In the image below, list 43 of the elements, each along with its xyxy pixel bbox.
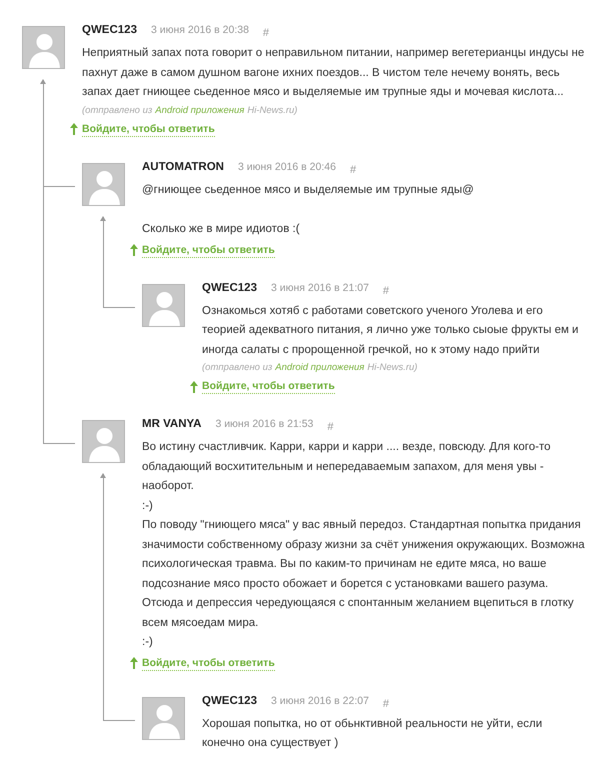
author-name[interactable]: MR VANYA (142, 418, 202, 430)
source-note: (отправлено из (82, 104, 152, 118)
comment-date: 3 июня 2016 в 21:07 (270, 282, 369, 294)
avatar (82, 420, 125, 463)
permalink[interactable]: # (382, 284, 390, 296)
avatar (82, 162, 125, 206)
arrow-up-icon (70, 123, 78, 135)
comment-text: Во истину счастливчик. Карри, карри и карри .... везде, повсюду. Для кого-то обладающий восхитительным и непередаваемым запахом, для меня увы - наоборот. (142, 440, 552, 494)
author-name[interactable]: QWEC123 (202, 694, 257, 706)
author-name[interactable]: QWEC123 (82, 24, 137, 36)
arrow-up-icon (130, 244, 138, 256)
permalink[interactable]: # (262, 27, 270, 39)
login-to-reply-link[interactable]: Войдите, чтобы ответить (202, 379, 335, 394)
comment-date: 3 июня 2016 в 22:07 (270, 694, 369, 706)
avatar (142, 696, 185, 740)
source-site: Hi-News.ru) (247, 104, 298, 118)
permalink[interactable]: # (382, 698, 390, 710)
app-link[interactable]: Android приложения (275, 360, 364, 376)
avatar (142, 284, 185, 326)
comment-text: Ознакомься хотяб с работами советского ученого Уголева и его теорией адекватного питания, я лично уже только сыоые фрукты ем и иногда салаты с пророщенной гречкой, но к этому надо прийти (202, 304, 580, 358)
permalink[interactable]: # (350, 164, 356, 176)
comment-text: По поводу "гниющего мяса" у вас явный передоз. Стандартная попытка придания значимости собственному образу жизни за счёт унижения окружающих. Возможна психологическая травма. Вы по каким-то причинам не едите мяса, но ваше подсознание мясо просто обожает и борется с установками вашего разума. Отсюда и депрессия чередующаяся с спонтанным желанием вцепиться в глотку всем мясоедам мира. (142, 518, 586, 630)
login-to-reply-link[interactable]: Войдите, чтобы ответить (142, 242, 275, 258)
arrow-up-icon (130, 657, 138, 669)
comment-text: :-) (142, 635, 154, 650)
comment-text: Хорошая попытка, но от обьнктивной реальности не уйти, если конечно она существует ) (202, 716, 544, 751)
app-link[interactable]: Android приложения (155, 102, 244, 118)
login-to-reply-link[interactable]: Войдите, чтобы ответить (82, 122, 215, 136)
comment-date: 3 июня 2016 в 20:46 (238, 160, 336, 172)
source-note: (отправлено из (202, 361, 272, 375)
comment-text: Неприятный запах пота говорит о неправильном питании, например вегетерианцы индусы не пахнут даже в самом душном вагоне ихних поездов... В чистом теле нечему вонять, весь запах дает гниющее сьеденное мясо и выделяемые им трупные яды и мочевая кислота... (82, 46, 586, 100)
source-site: Hi-News.ru) (367, 361, 418, 375)
comment-text: @гниющее сьеденное мясо и выделяемые им трупные яды@ (142, 182, 475, 198)
comment-date: 3 июня 2016 в 21:53 (215, 418, 314, 430)
comment-text: Сколько же в мире идиотов :( (142, 222, 301, 237)
permalink[interactable]: # (327, 421, 334, 433)
comment-date: 3 июня 2016 в 20:38 (150, 24, 249, 36)
arrow-up-icon (190, 380, 198, 392)
author-name[interactable]: AUTOMATRON (142, 160, 224, 172)
author-name[interactable]: QWEC123 (202, 282, 257, 294)
avatar (22, 26, 65, 69)
login-to-reply-link[interactable]: Войдите, чтобы ответить (142, 656, 275, 670)
comment-text: :-) (142, 498, 154, 514)
